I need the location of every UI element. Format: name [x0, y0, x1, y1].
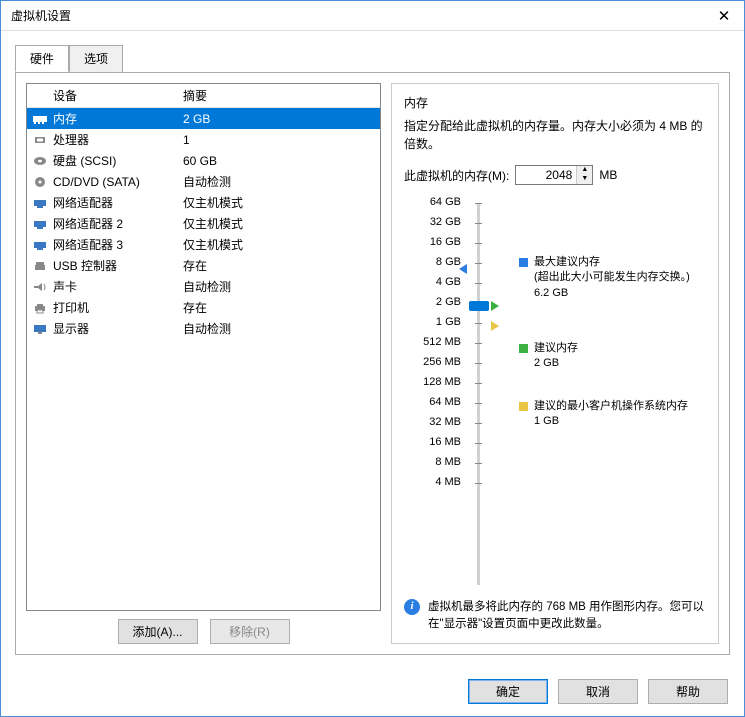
- memory-icon: [27, 113, 53, 125]
- device-name: 打印机: [53, 298, 177, 317]
- device-summary: 仅主机模式: [177, 235, 380, 254]
- tick-label: 8 MB: [435, 456, 461, 468]
- memory-slider[interactable]: [469, 199, 499, 589]
- device-summary: 1: [177, 132, 380, 148]
- cpu-icon: [27, 134, 53, 146]
- table-header: 设备 摘要: [27, 84, 380, 108]
- window-title: 虚拟机设置: [11, 7, 714, 24]
- device-row[interactable]: USB 控制器 存在: [27, 255, 380, 276]
- help-button[interactable]: 帮助: [648, 679, 728, 704]
- ok-button[interactable]: 确定: [468, 679, 548, 704]
- info-icon: i: [404, 599, 420, 615]
- device-name: 显示器: [53, 319, 177, 338]
- memory-label: 此虚拟机的内存(M):: [404, 167, 509, 184]
- printer-icon: [27, 302, 53, 314]
- device-summary: 仅主机模式: [177, 214, 380, 233]
- marker-rec-icon: [491, 301, 499, 311]
- tick-label: 4 MB: [435, 476, 461, 488]
- disk-icon: [27, 155, 53, 167]
- device-summary: 自动检测: [177, 319, 380, 338]
- device-row[interactable]: CD/DVD (SATA) 自动检测: [27, 171, 380, 192]
- device-name: USB 控制器: [53, 256, 177, 275]
- marker-max-icon: [459, 264, 467, 274]
- device-row[interactable]: 网络适配器 2 仅主机模式: [27, 213, 380, 234]
- device-name: 网络适配器: [53, 193, 177, 212]
- tab-options[interactable]: 选项: [69, 45, 123, 72]
- memory-input[interactable]: [516, 166, 576, 184]
- device-summary: 存在: [177, 298, 380, 317]
- sound-icon: [27, 281, 53, 293]
- spin-down[interactable]: ▼: [577, 175, 592, 184]
- device-summary: 存在: [177, 256, 380, 275]
- display-icon: [27, 323, 53, 335]
- device-summary: 仅主机模式: [177, 193, 380, 212]
- device-row[interactable]: 内存 2 GB: [27, 108, 380, 129]
- net-icon: [27, 218, 53, 230]
- tick-label: 16 GB: [430, 236, 461, 248]
- device-name: 网络适配器 2: [53, 214, 177, 233]
- legend-rec: 建议内存 2 GB: [519, 341, 578, 372]
- tick-label: 32 GB: [430, 216, 461, 228]
- device-summary: 自动检测: [177, 277, 380, 296]
- marker-min-icon: [491, 321, 499, 331]
- tick-label: 32 MB: [429, 416, 461, 428]
- tick-label: 16 MB: [429, 436, 461, 448]
- remove-button[interactable]: 移除(R): [210, 619, 290, 644]
- device-row[interactable]: 打印机 存在: [27, 297, 380, 318]
- legend-min: 建议的最小客户机操作系统内存 1 GB: [519, 399, 688, 430]
- device-row[interactable]: 网络适配器 3 仅主机模式: [27, 234, 380, 255]
- tick-label: 128 MB: [423, 376, 461, 388]
- tick-label: 2 GB: [436, 296, 461, 308]
- tick-label: 512 MB: [423, 336, 461, 348]
- header-device[interactable]: 设备: [27, 84, 177, 107]
- device-summary: 自动检测: [177, 172, 380, 191]
- usb-icon: [27, 260, 53, 272]
- memory-description: 指定分配给此虚拟机的内存量。内存大小必须为 4 MB 的倍数。: [404, 117, 706, 153]
- device-name: CD/DVD (SATA): [53, 174, 177, 190]
- legend-max: 最大建议内存 (超出此大小可能发生内存交换。) 6.2 GB: [519, 255, 690, 301]
- device-row[interactable]: 网络适配器 仅主机模式: [27, 192, 380, 213]
- device-row[interactable]: 硬盘 (SCSI) 60 GB: [27, 150, 380, 171]
- device-name: 处理器: [53, 130, 177, 149]
- memory-heading: 内存: [404, 94, 706, 111]
- device-summary: 2 GB: [177, 111, 380, 127]
- device-row[interactable]: 处理器 1: [27, 129, 380, 150]
- cancel-button[interactable]: 取消: [558, 679, 638, 704]
- device-name: 硬盘 (SCSI): [53, 151, 177, 170]
- cd-icon: [27, 176, 53, 188]
- device-name: 声卡: [53, 277, 177, 296]
- tick-label: 64 GB: [430, 196, 461, 208]
- net-icon: [27, 197, 53, 209]
- device-summary: 60 GB: [177, 153, 380, 169]
- tick-label: 64 MB: [429, 396, 461, 408]
- device-row[interactable]: 显示器 自动检测: [27, 318, 380, 339]
- device-row[interactable]: 声卡 自动检测: [27, 276, 380, 297]
- spin-up[interactable]: ▲: [577, 166, 592, 175]
- tick-label: 4 GB: [436, 276, 461, 288]
- device-name: 内存: [53, 109, 177, 128]
- tick-label: 256 MB: [423, 356, 461, 368]
- info-text: 虚拟机最多将此内存的 768 MB 用作图形内存。您可以在"显示器"设置页面中更…: [428, 599, 706, 634]
- tab-bar: 硬件 选项: [15, 45, 730, 73]
- tab-hardware[interactable]: 硬件: [15, 45, 69, 72]
- net-icon: [27, 239, 53, 251]
- slider-thumb[interactable]: [469, 301, 489, 311]
- add-button[interactable]: 添加(A)...: [118, 619, 198, 644]
- close-button[interactable]: ✕: [714, 6, 734, 26]
- tick-label: 8 GB: [436, 256, 461, 268]
- memory-unit: MB: [599, 168, 617, 182]
- device-table: 设备 摘要 内存 2 GB 处理器 1 硬盘 (SCSI) 60 GB CD/D…: [26, 83, 381, 611]
- tick-label: 1 GB: [436, 316, 461, 328]
- header-summary[interactable]: 摘要: [177, 84, 380, 107]
- device-name: 网络适配器 3: [53, 235, 177, 254]
